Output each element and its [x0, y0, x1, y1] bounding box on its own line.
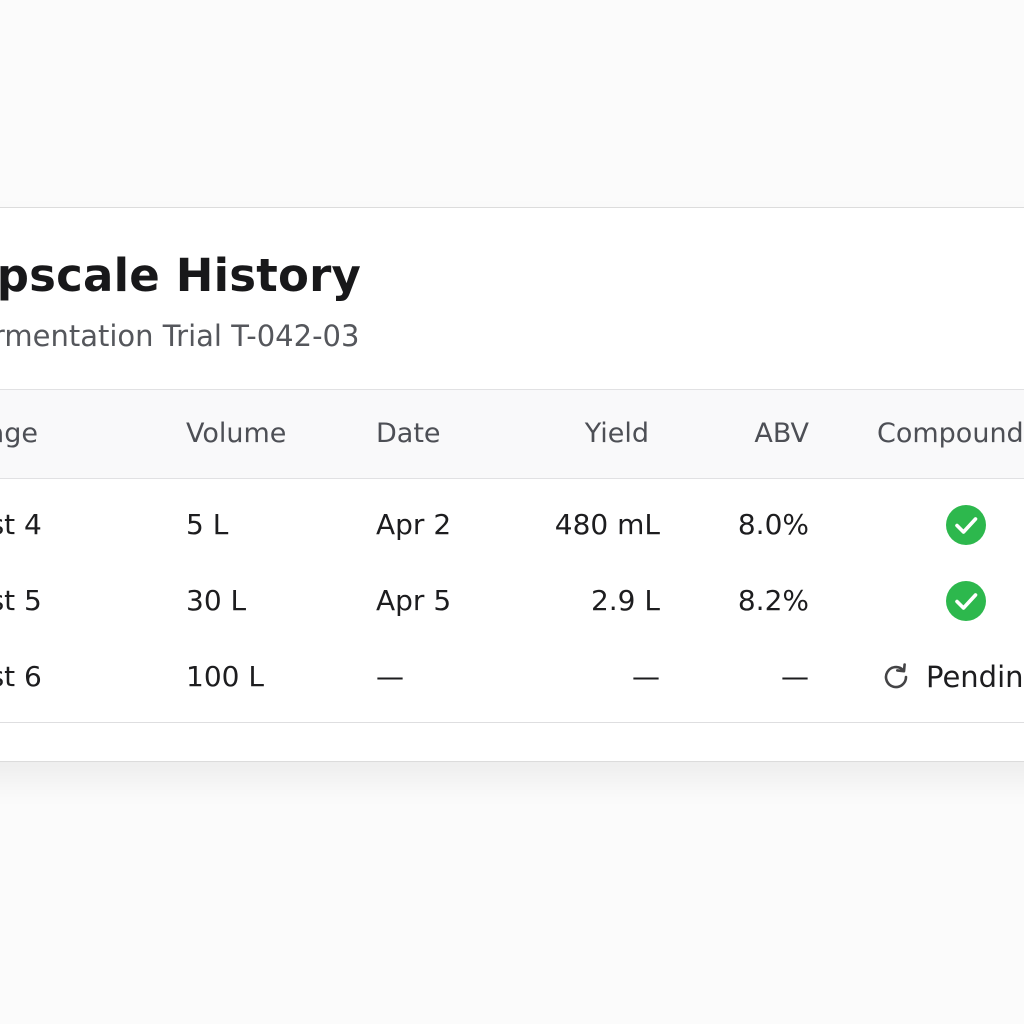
- column-header-abv[interactable]: ABV: [680, 390, 809, 478]
- cell-stage: Test 6: [0, 660, 42, 693]
- column-header-stage[interactable]: Stage: [0, 390, 38, 478]
- check-circle-icon: [946, 505, 986, 545]
- pending-label: Pending: [926, 660, 1024, 694]
- cell-yield: 2.9 L: [590, 584, 660, 617]
- cell-volume: 100 L: [186, 660, 264, 693]
- page-subtitle: Fermentation Trial T-042-03: [0, 319, 360, 353]
- column-header-volume[interactable]: Volume: [186, 390, 286, 478]
- cell-date: Apr 2: [376, 508, 452, 541]
- table-row[interactable]: Test 4 5 L Apr 2 480 mL 8.0%: [0, 487, 1024, 563]
- table-row[interactable]: Test 6 100 L — — — Pending: [0, 639, 1024, 715]
- check-circle-icon: [946, 581, 986, 621]
- cell-yield: —: [632, 660, 660, 693]
- column-header-compound[interactable]: Compound: [877, 390, 1024, 478]
- refresh-icon: [884, 663, 908, 689]
- cell-stage: Test 4: [0, 508, 42, 541]
- cell-stage: Test 5: [0, 584, 42, 617]
- table-header: Stage Volume Date Yield ABV Compound: [0, 389, 1024, 479]
- column-header-yield[interactable]: Yield: [500, 390, 649, 478]
- page-title: Upscale History: [0, 249, 362, 302]
- cell-abv: —: [781, 660, 809, 693]
- upscale-history-card: Upscale History Fermentation Trial T-042…: [0, 207, 1024, 762]
- cell-volume: 5 L: [186, 508, 229, 541]
- cell-abv: 8.0%: [737, 508, 809, 541]
- cell-yield: 480 mL: [554, 508, 660, 541]
- table-row[interactable]: Test 5 30 L Apr 5 2.9 L 8.2%: [0, 563, 1024, 639]
- cell-abv: 8.2%: [737, 584, 809, 617]
- cell-date: —: [376, 660, 404, 693]
- column-header-date[interactable]: Date: [376, 390, 441, 478]
- table-divider: [0, 722, 1024, 723]
- pending-status: Pending: [880, 639, 1024, 715]
- cell-volume: 30 L: [186, 584, 247, 617]
- cell-date: Apr 5: [376, 584, 452, 617]
